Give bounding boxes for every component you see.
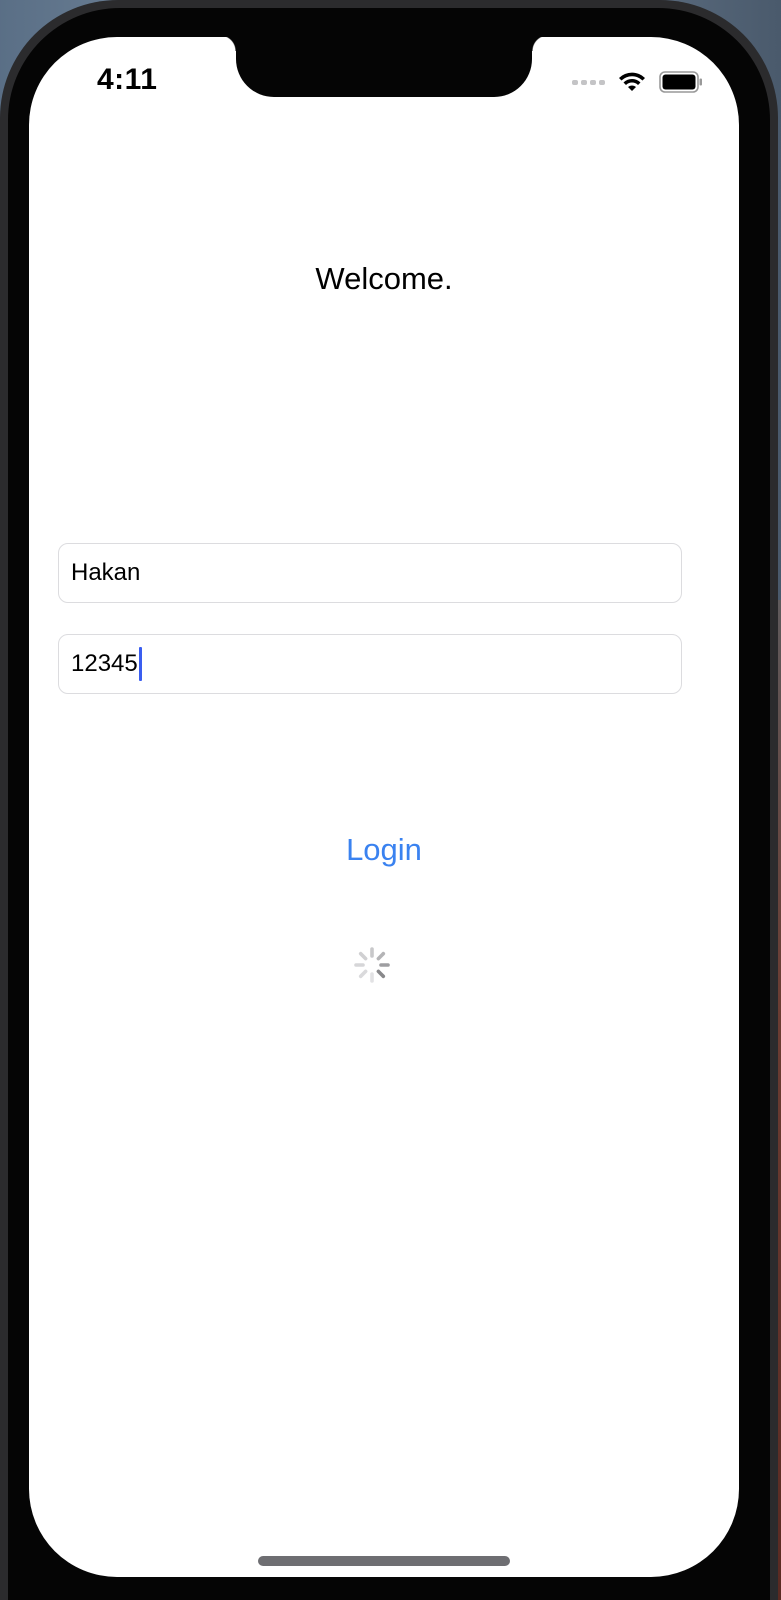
username-value: Hakan [71, 559, 141, 586]
notch [220, 37, 548, 97]
signal-icon [572, 79, 605, 85]
status-time: 4:11 [97, 63, 158, 96]
status-icons [572, 70, 703, 94]
username-field[interactable]: Hakan [58, 543, 682, 603]
password-value: 12345 [71, 650, 138, 677]
battery-icon [659, 71, 703, 93]
wifi-icon [617, 71, 647, 93]
welcome-title: Welcome. [315, 261, 453, 296]
activity-spinner-icon [352, 945, 392, 985]
text-caret [138, 647, 142, 681]
login-button[interactable]: Login [29, 832, 739, 868]
home-indicator[interactable] [258, 1556, 510, 1566]
phone-screen: 4:11 Welcome. Hakan 12345 Login [29, 37, 739, 1577]
password-field[interactable]: 12345 [58, 634, 682, 694]
